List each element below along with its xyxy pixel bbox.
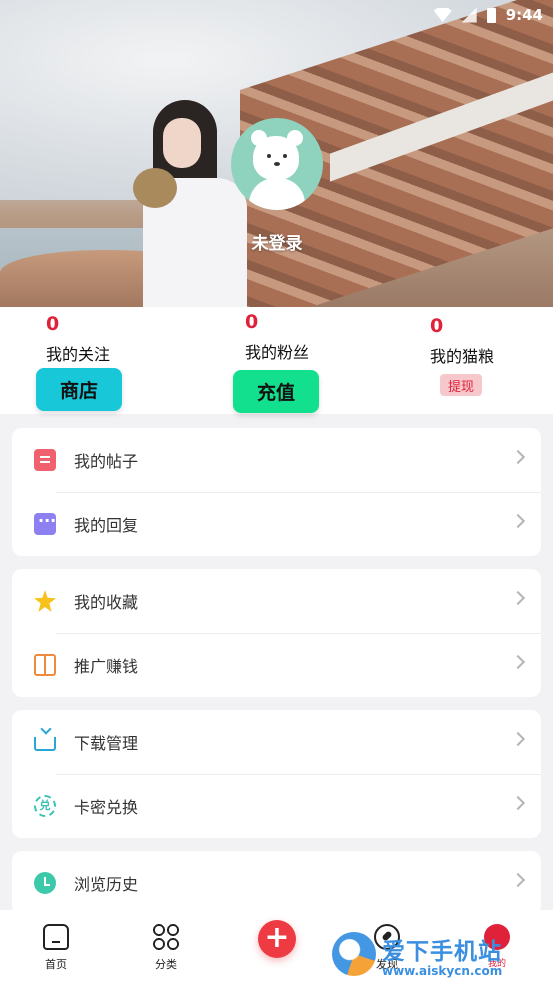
menu-item-favorites[interactable]: 我的收藏 [12, 569, 541, 633]
clock-icon [34, 872, 56, 894]
chevron-right-icon [510, 513, 526, 529]
signal-icon [461, 7, 477, 23]
menu-item-label: 我的帖子 [74, 452, 139, 471]
bottom-nav: 首页 分类 + 发现 我的 [0, 910, 553, 983]
fans-count: 0 [245, 311, 259, 333]
gift-icon [34, 654, 56, 676]
menu-item-label: 浏览历史 [74, 875, 139, 894]
profile-icon [484, 924, 510, 950]
add-post-button[interactable]: + [258, 920, 296, 958]
nav-home[interactable]: 首页 [26, 924, 86, 972]
menu-item-label: 卡密兑换 [74, 798, 139, 817]
menu-group-history: 浏览历史 [12, 851, 541, 915]
withdraw-button[interactable]: 提现 [440, 374, 482, 396]
menu-item-my-replies[interactable]: 我的回复 [12, 492, 541, 556]
wifi-icon [433, 8, 452, 22]
menu-item-label: 推广赚钱 [74, 657, 139, 676]
menu-item-downloads[interactable]: 下载管理 [12, 710, 541, 774]
avatar[interactable] [231, 118, 323, 210]
reply-icon [34, 511, 56, 535]
stats-panel: 0 我的关注 0 我的粉丝 0 我的猫粮 商店 充值 提现 [0, 307, 553, 414]
stat-cat-food[interactable]: 0 我的猫粮 [430, 315, 494, 367]
nav-category[interactable]: 分类 [136, 924, 196, 972]
chevron-right-icon [510, 654, 526, 670]
menu-item-label: 我的收藏 [74, 593, 139, 612]
menu-group-favorites: 我的收藏 推广赚钱 [12, 569, 541, 697]
redeem-icon: 兑 [34, 795, 56, 817]
compass-icon [374, 924, 400, 950]
home-icon [43, 924, 69, 950]
menu-item-label: 下载管理 [74, 734, 139, 753]
nav-discover[interactable]: 发现 [357, 924, 417, 972]
cat-food-count: 0 [430, 315, 444, 337]
download-icon [34, 737, 56, 751]
stat-following[interactable]: 0 我的关注 [46, 313, 110, 365]
nav-me[interactable]: 我的 [467, 924, 527, 969]
battery-icon [486, 7, 496, 23]
nav-home-label: 首页 [45, 958, 67, 971]
shop-button[interactable]: 商店 [36, 368, 122, 411]
profile-header: 9:44 未登录 [0, 0, 553, 307]
menu-group-posts: 我的帖子 我的回复 [12, 428, 541, 556]
grid-icon [153, 924, 179, 950]
following-label: 我的关注 [46, 345, 111, 364]
stat-fans[interactable]: 0 我的粉丝 [245, 311, 309, 363]
nav-category-label: 分类 [155, 958, 177, 971]
menu-item-redeem-code[interactable]: 兑 卡密兑换 [12, 774, 541, 838]
fans-label: 我的粉丝 [245, 343, 310, 362]
menu-item-label: 我的回复 [74, 516, 139, 535]
chevron-right-icon [510, 731, 526, 747]
chevron-right-icon [510, 449, 526, 465]
background-person [133, 100, 255, 307]
status-time: 9:44 [505, 6, 543, 24]
cat-food-label: 我的猫粮 [430, 347, 495, 366]
menu-item-my-posts[interactable]: 我的帖子 [12, 428, 541, 492]
following-count: 0 [46, 313, 60, 335]
chevron-right-icon [510, 872, 526, 888]
nav-me-label: 我的 [487, 959, 506, 969]
chevron-right-icon [510, 590, 526, 606]
star-icon [34, 590, 56, 612]
recharge-button[interactable]: 充值 [233, 370, 319, 413]
menu-group-tools: 下载管理 兑 卡密兑换 [12, 710, 541, 838]
status-bar: 9:44 [413, 0, 553, 30]
chevron-right-icon [510, 795, 526, 811]
login-status[interactable]: 未登录 [226, 229, 328, 254]
nav-discover-label: 发现 [376, 958, 398, 971]
post-icon [34, 449, 56, 471]
menu-item-promote[interactable]: 推广赚钱 [12, 633, 541, 697]
menu-item-history[interactable]: 浏览历史 [12, 851, 541, 915]
